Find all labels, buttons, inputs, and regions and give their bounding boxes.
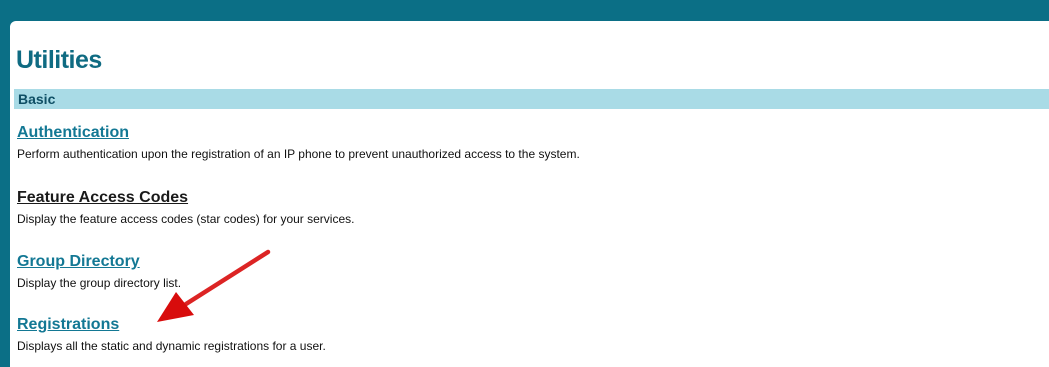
feature-access-codes-link[interactable]: Feature Access Codes (17, 188, 354, 208)
registrations-description: Displays all the static and dynamic regi… (17, 339, 326, 353)
list-item-registrations: Registrations Displays all the static an… (17, 315, 326, 354)
authentication-description: Perform authentication upon the registra… (17, 147, 580, 161)
authentication-link[interactable]: Authentication (17, 123, 580, 143)
section-title: Basic (18, 91, 56, 107)
registrations-link[interactable]: Registrations (17, 315, 326, 335)
list-item-group-directory: Group Directory Display the group direct… (17, 252, 181, 291)
group-directory-link[interactable]: Group Directory (17, 252, 181, 272)
content-panel: Utilities Basic Authentication Perform a… (10, 21, 1049, 367)
list-item-authentication: Authentication Perform authentication up… (17, 123, 580, 162)
list-item-feature-access-codes: Feature Access Codes Display the feature… (17, 188, 354, 227)
window-frame: Utilities Basic Authentication Perform a… (0, 0, 1049, 367)
section-header: Basic (14, 89, 1049, 109)
group-directory-description: Display the group directory list. (17, 276, 182, 290)
page-title: Utilities (16, 46, 102, 74)
feature-access-codes-description: Display the feature access codes (star c… (17, 212, 355, 226)
